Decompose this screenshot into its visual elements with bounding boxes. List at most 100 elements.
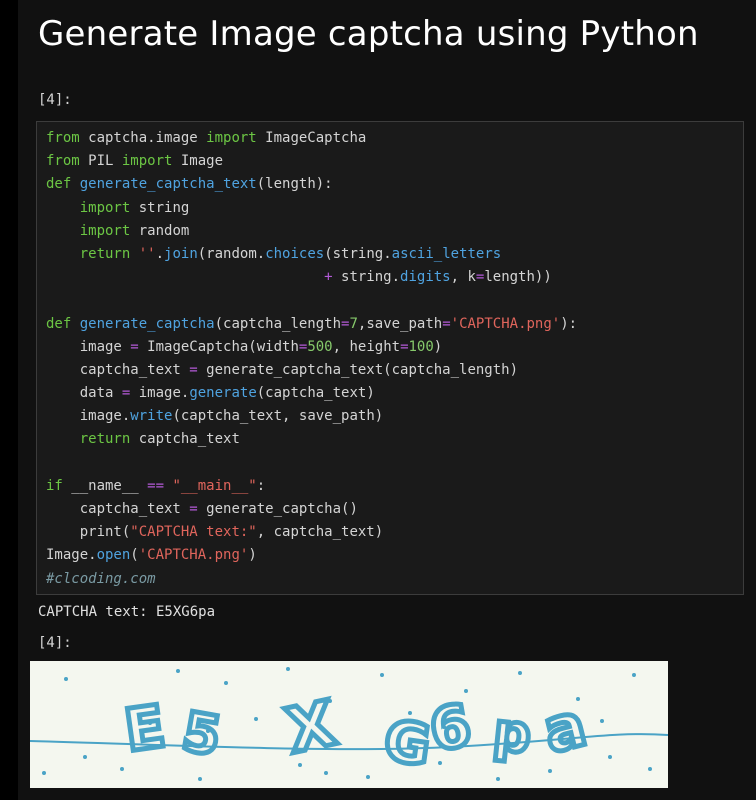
code-cell[interactable]: from captcha.image import ImageCaptcha fr… bbox=[36, 121, 744, 595]
code-line: return ''.join(random.choices(string.asc… bbox=[46, 243, 577, 266]
code-token: = bbox=[400, 338, 409, 355]
code-token: (captcha_text, save_path) bbox=[172, 408, 384, 425]
code-line: from PIL import Image bbox=[46, 150, 577, 173]
code-line: data = image.generate(captcha_text) bbox=[46, 382, 577, 405]
captcha-glyphs: E 5 X G6 p a bbox=[118, 684, 595, 782]
code-token: __name__ bbox=[62, 477, 148, 494]
code-line: image = ImageCaptcha(width=500, height=1… bbox=[46, 336, 577, 359]
code-line: print("CAPTCHA text:", captcha_text) bbox=[46, 521, 577, 544]
captcha-noise-dot bbox=[286, 667, 290, 671]
code-line: import random bbox=[46, 220, 577, 243]
code-line: return captcha_text bbox=[46, 428, 577, 451]
captcha-noise-dot bbox=[496, 777, 500, 781]
code-token: open bbox=[96, 547, 131, 564]
captcha-glyph: E bbox=[120, 692, 169, 765]
captcha-noise-dot bbox=[380, 673, 384, 677]
captcha-noise-dot bbox=[366, 775, 370, 779]
code-token: def bbox=[46, 315, 72, 332]
code-token: import bbox=[79, 222, 131, 239]
captcha-noise-dot bbox=[42, 771, 46, 775]
code-token: return bbox=[79, 245, 131, 262]
code-token: (captcha_length bbox=[214, 315, 342, 332]
code-token: ( bbox=[130, 547, 139, 564]
code-token: , k bbox=[450, 269, 476, 286]
code-token: 'CAPTCHA.png' bbox=[450, 315, 561, 332]
code-token: join bbox=[164, 245, 198, 262]
code-token: , height bbox=[332, 338, 401, 355]
code-token: = bbox=[189, 501, 198, 517]
captcha-noise-dot bbox=[548, 769, 552, 773]
code-token: image bbox=[46, 338, 131, 355]
captcha-glyph: G bbox=[380, 708, 435, 779]
code-token: import bbox=[121, 153, 173, 170]
code-token: Image. bbox=[46, 547, 97, 564]
code-editor[interactable]: from captcha.image import ImageCaptcha fr… bbox=[46, 127, 577, 591]
code-token: generate_captcha_text(captcha_length) bbox=[197, 361, 519, 378]
code-token: = bbox=[442, 315, 451, 332]
code-token: : bbox=[256, 477, 266, 494]
captcha-noise-dot bbox=[324, 771, 328, 775]
captcha-noise-dot bbox=[198, 777, 202, 781]
captcha-graphic: E 5 X G6 p a bbox=[29, 667, 669, 782]
code-token: ascii_letters bbox=[391, 245, 502, 262]
code-token: ImageCaptcha(width bbox=[138, 338, 299, 355]
code-token: ImageCaptcha bbox=[256, 130, 367, 146]
captcha-noise-dot bbox=[648, 767, 652, 771]
code-line: + string.digits, k=length)) bbox=[46, 266, 577, 289]
captcha-noise-dot bbox=[608, 755, 612, 759]
code-token: write bbox=[130, 408, 173, 425]
code-token: = bbox=[189, 361, 198, 378]
code-line: def generate_captcha_text(length): bbox=[46, 173, 577, 196]
code-token: (captcha_text) bbox=[256, 385, 375, 402]
code-token: import bbox=[79, 199, 131, 216]
code-line: captcha_text = generate_captcha() bbox=[46, 498, 577, 521]
page-title: Generate Image captcha using Python bbox=[38, 14, 699, 54]
code-line: def generate_captcha(captcha_length = 7,sa… bbox=[46, 313, 577, 336]
code-token: length)) bbox=[484, 269, 552, 286]
captcha-glyph: 5 bbox=[178, 700, 226, 769]
code-token: + bbox=[324, 269, 333, 286]
code-token: return bbox=[79, 431, 131, 448]
captcha-glyph: a bbox=[537, 690, 593, 768]
code-token: print( bbox=[46, 524, 131, 541]
captcha-glyph: 6 bbox=[425, 691, 477, 765]
code-token: digits bbox=[400, 269, 451, 286]
code-line: captcha_text = generate_captcha_text(cap… bbox=[46, 359, 577, 382]
code-line: #clcoding.com bbox=[46, 568, 577, 591]
code-token: generate_captcha() bbox=[197, 501, 358, 517]
code-token: "__main__" bbox=[172, 477, 257, 494]
code-line: image.write(captcha_text, save_path) bbox=[46, 405, 577, 428]
code-token: image. bbox=[46, 408, 131, 425]
code-token: captcha_text bbox=[46, 361, 190, 378]
code-token: from bbox=[46, 130, 80, 146]
captcha-noise-dot bbox=[83, 755, 87, 759]
captcha-noise-dot bbox=[254, 717, 258, 721]
code-token: (string. bbox=[324, 245, 392, 262]
code-token: 100 bbox=[408, 338, 434, 355]
code-token: ) bbox=[433, 338, 443, 355]
code-token: generate_captcha_text bbox=[79, 176, 257, 193]
output-stdout: CAPTCHA text: E5XG6pa bbox=[38, 604, 216, 620]
captcha-glyph: p bbox=[491, 702, 534, 766]
code-token: def bbox=[46, 176, 72, 193]
captcha-glyph: X bbox=[280, 686, 342, 767]
code-line: if __name__ == "__main__": bbox=[46, 475, 577, 498]
code-token: (length): bbox=[256, 176, 333, 193]
code-token: image. bbox=[130, 385, 190, 402]
code-token: captcha.image bbox=[79, 130, 207, 146]
code-line: import string bbox=[46, 197, 577, 220]
code-token: captcha_text bbox=[46, 501, 190, 517]
code-token: random bbox=[130, 222, 190, 239]
code-token: Image bbox=[172, 153, 224, 170]
code-token: (random. bbox=[197, 245, 266, 262]
code-token: choices bbox=[265, 245, 325, 262]
code-token: "CAPTCHA text:" bbox=[130, 524, 257, 541]
